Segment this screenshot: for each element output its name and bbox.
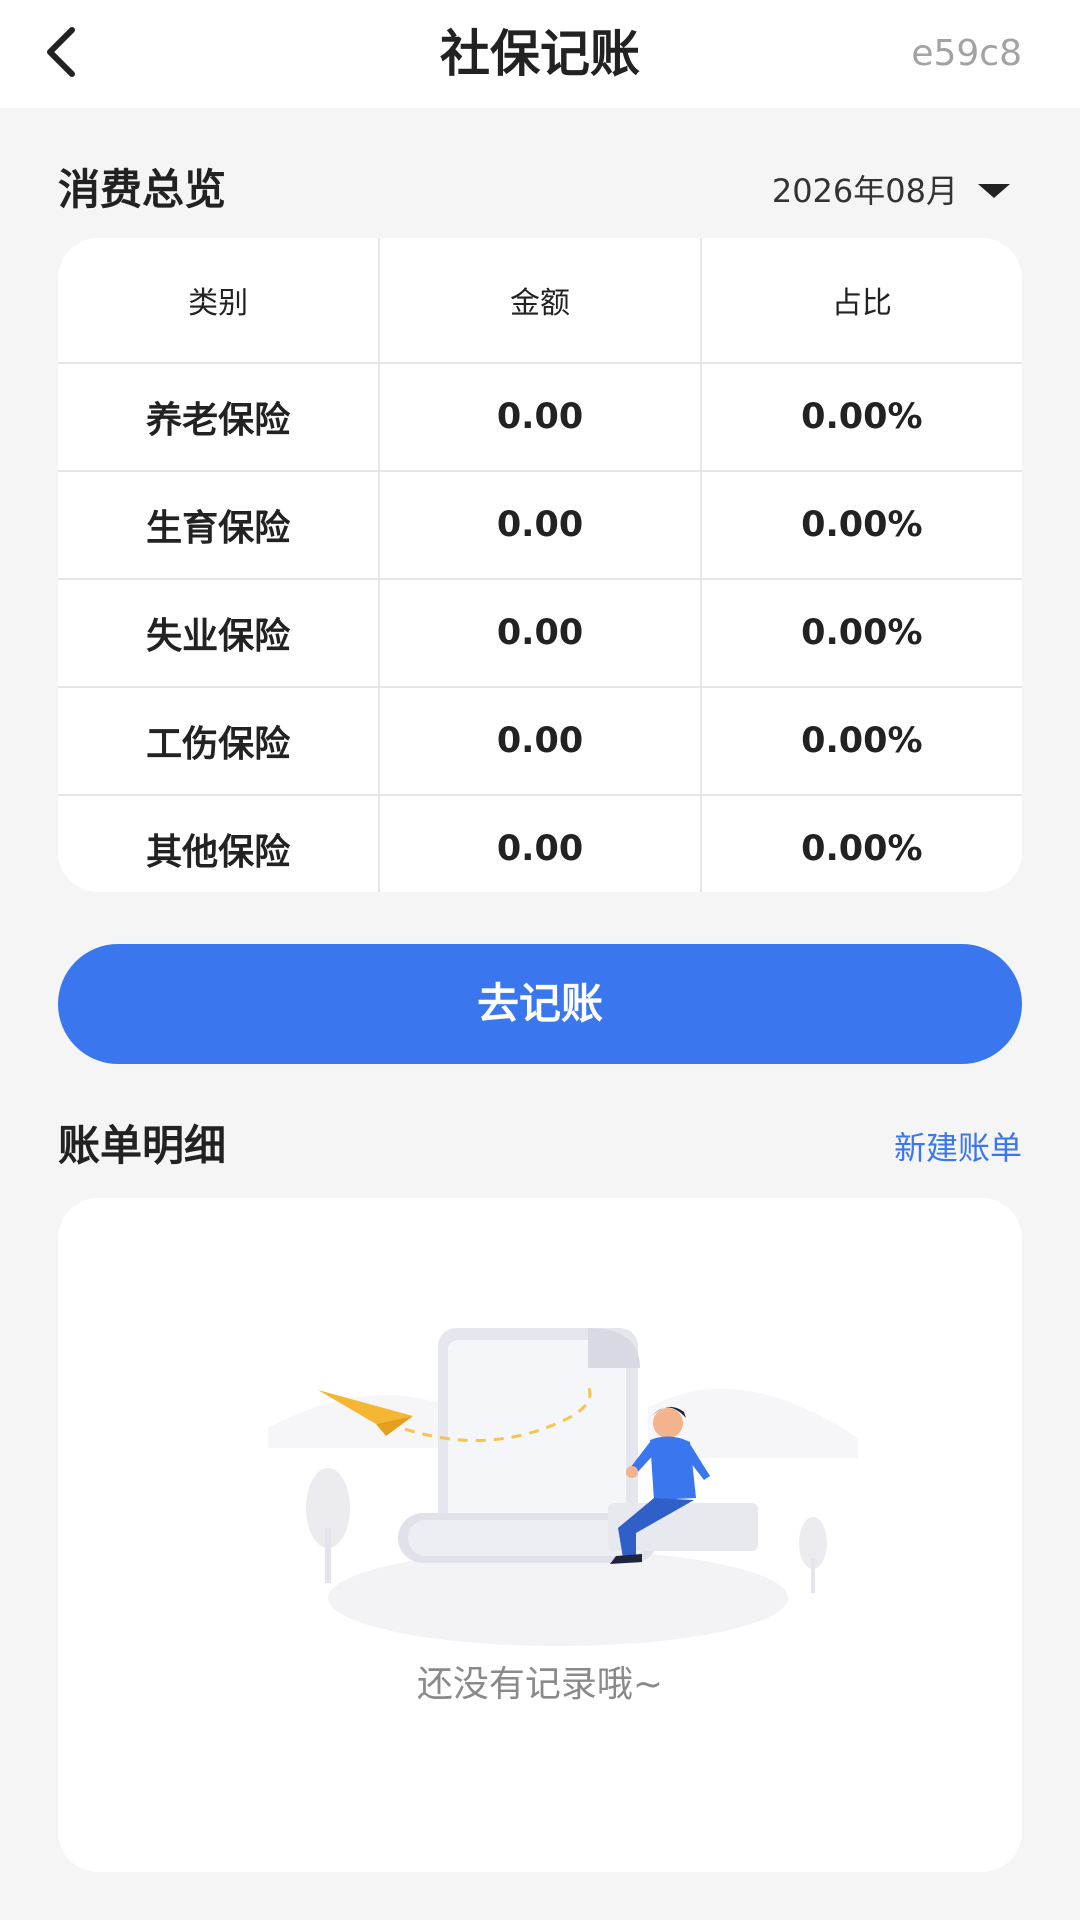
amount-cell: 0.00 — [379, 795, 702, 892]
ratio-cell: 0.00% — [700, 363, 1022, 472]
ratio-cell: 0.00% — [801, 829, 923, 869]
go-record-button[interactable]: 去记账 — [58, 944, 1022, 1064]
table-row: 养老保险 0.00 0.00% — [58, 363, 1022, 472]
column-header-category: 类别 — [58, 238, 381, 364]
month-picker[interactable]: 2026年08月 — [772, 166, 1010, 216]
bills-title: 账单明细 — [58, 1121, 227, 1170]
overview-title: 消费总览 — [58, 165, 227, 214]
bills-card: 还没有记录哦~ — [58, 1198, 1022, 1872]
new-bill-link[interactable]: 新建账单 — [894, 1124, 1022, 1172]
category-cell: 工伤保险 — [58, 687, 381, 796]
table-header-row: 类别 金额 占比 — [58, 238, 1022, 364]
month-label: 2026年08月 — [771, 172, 958, 210]
column-header-ratio: 占比 — [700, 238, 1022, 364]
overview-table: 类别 金额 占比 养老保险 0.00 0.00% 生育保险 0.00 0.00%… — [58, 238, 1022, 892]
amount-cell: 0.00 — [379, 363, 702, 472]
caret-down-icon — [978, 184, 1010, 198]
ratio-cell: 0.00% — [700, 579, 1022, 688]
category-cell: 养老保险 — [58, 363, 381, 472]
empty-records-illustration — [268, 1328, 858, 1646]
table-row: 失业保险 0.00 0.00% — [58, 579, 1022, 688]
ratio-cell: 0.00% — [700, 687, 1022, 796]
amount-cell: 0.00 — [379, 471, 702, 580]
amount-cell: 0.00 — [379, 687, 702, 796]
column-header-amount: 金额 — [379, 238, 702, 364]
table-row: 其他保险 0.00 0.00% — [58, 795, 1022, 892]
category-cell: 失业保险 — [58, 579, 381, 688]
empty-state-text: 还没有记录哦~ — [416, 1664, 664, 1705]
amount-cell: 0.00 — [379, 579, 702, 688]
table-row: 工伤保险 0.00 0.00% — [58, 687, 1022, 796]
ratio-cell: 0.00% — [700, 471, 1022, 580]
category-cell: 其他保险 — [58, 795, 381, 892]
page-code: e59c8 — [911, 33, 1022, 74]
table-row: 生育保险 0.00 0.00% — [58, 471, 1022, 580]
category-cell: 生育保险 — [58, 471, 381, 580]
top-bar: 社保记账 e59c8 — [0, 0, 1080, 108]
overview-table-card: 类别 金额 占比 养老保险 0.00 0.00% 生育保险 0.00 0.00%… — [58, 238, 1022, 892]
